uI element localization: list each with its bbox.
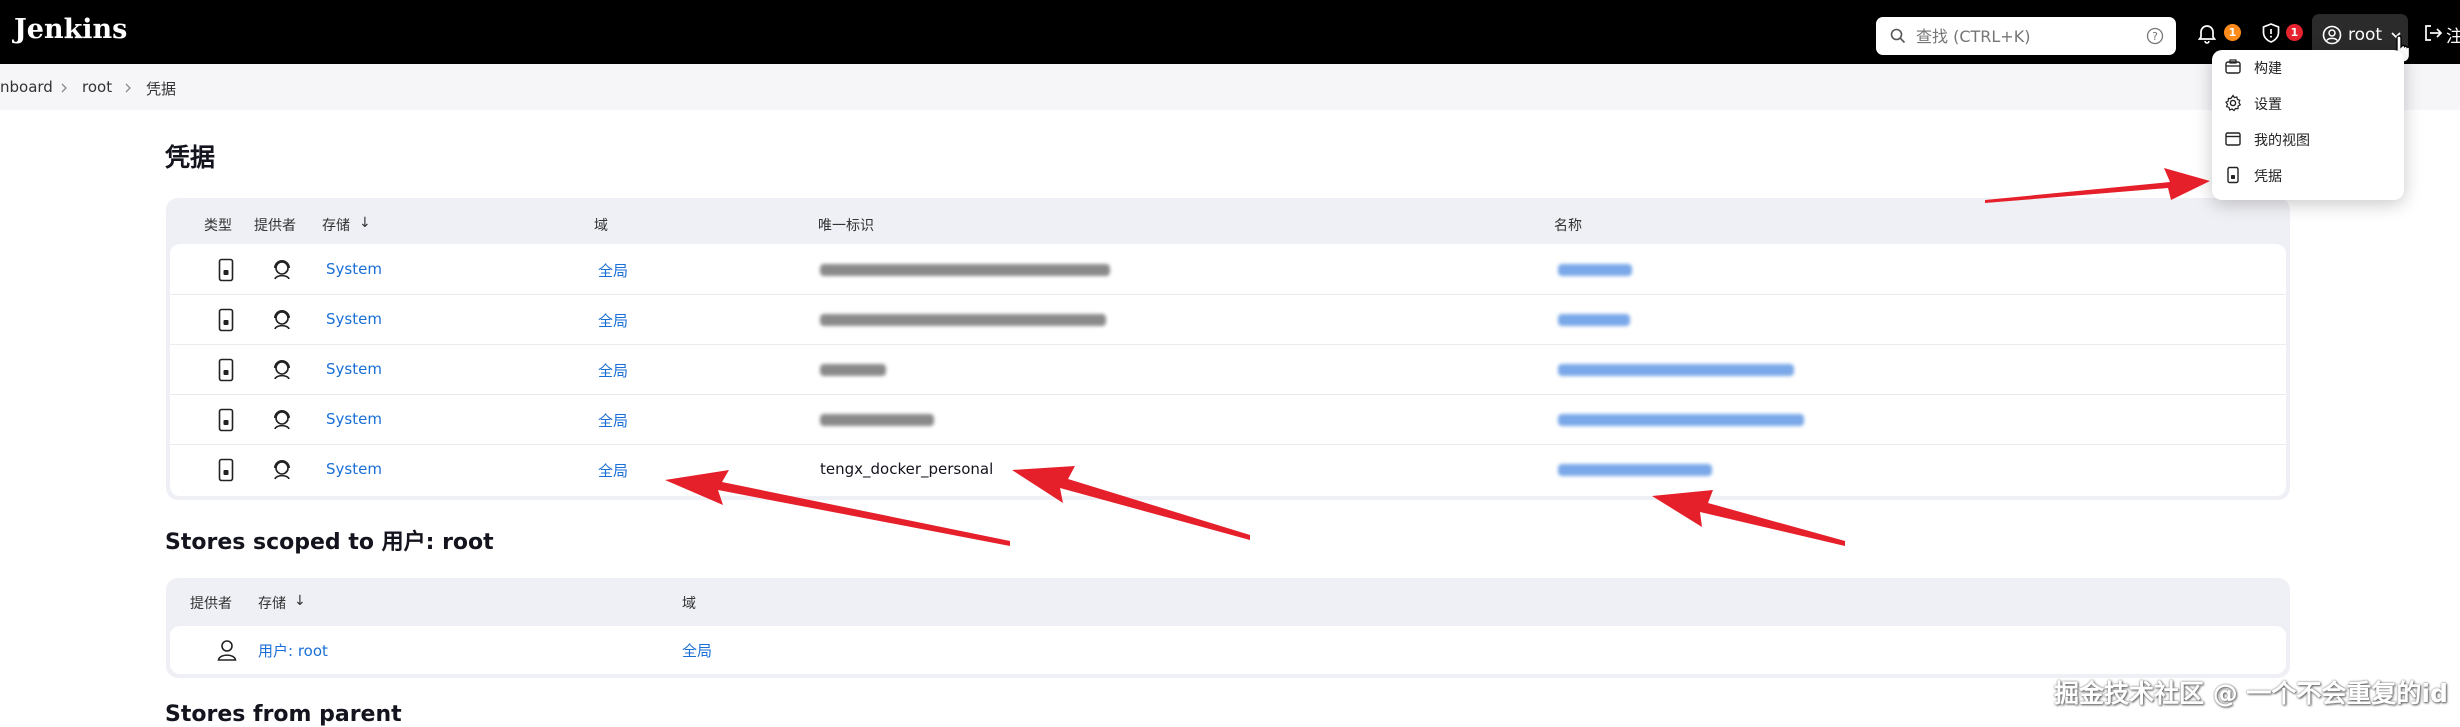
build-icon: [2225, 59, 2241, 74]
sort-arrow-icon[interactable]: ↓: [294, 593, 306, 609]
credentials-icon: [2227, 166, 2239, 184]
help-icon[interactable]: ?: [2146, 27, 2164, 45]
provider-icon: [274, 410, 290, 430]
row-divider: [170, 294, 2286, 295]
breadcrumb-root[interactable]: root: [82, 78, 112, 96]
column-header-provider: 提供者: [190, 596, 232, 612]
credentials-rows: System 全局 System 全局 System 全局 System 全局 …: [170, 244, 2286, 496]
credentials-table: 类型 提供者 存储 ↓ 域 唯一标识 名称 System 全局 System 全…: [166, 198, 2290, 500]
blurred-name-link[interactable]: [1558, 314, 1630, 326]
breadcrumb-dashboard[interactable]: nboard: [0, 78, 53, 96]
store-link[interactable]: System: [326, 410, 382, 428]
blurred-name-link[interactable]: [1558, 414, 1804, 426]
menu-item-label: 构建: [2254, 61, 2282, 77]
notifications-badge: 1: [2224, 24, 2241, 41]
menu-item-build[interactable]: 构建: [2212, 50, 2404, 84]
blurred-name-link[interactable]: [1558, 364, 1794, 376]
menu-item-label: 设置: [2254, 97, 2282, 113]
breadcrumb: nboard root 凭据: [0, 64, 2460, 110]
domain-link[interactable]: 全局: [598, 460, 628, 481]
row-divider: [170, 344, 2286, 345]
blurred-id: [820, 264, 1110, 276]
domain-link[interactable]: 全局: [598, 260, 628, 281]
credential-id: tengx_docker_personal: [820, 460, 994, 478]
provider-icon: [274, 260, 290, 280]
row-divider: [170, 444, 2286, 445]
store-link[interactable]: System: [326, 260, 382, 278]
menu-item-settings[interactable]: 设置: [2212, 86, 2404, 120]
store-link[interactable]: System: [326, 460, 382, 478]
breadcrumb-credentials[interactable]: 凭据: [146, 78, 176, 99]
credential-type-icon: [218, 308, 234, 332]
column-header-provider: 提供者: [254, 218, 296, 234]
blurred-name-link[interactable]: [1558, 264, 1632, 276]
bell-icon[interactable]: [2196, 22, 2218, 44]
domain-link[interactable]: 全局: [682, 640, 712, 661]
logout-label[interactable]: 注: [2446, 22, 2460, 47]
top-bar: Jenkins ? 1 1 root 注: [0, 0, 2460, 64]
credential-type-icon: [218, 458, 234, 482]
menu-item-my-views[interactable]: 我的视图: [2212, 122, 2404, 156]
column-header-store[interactable]: 存储: [322, 215, 350, 235]
provider-icon: [274, 360, 290, 380]
svg-text:?: ?: [2152, 30, 2158, 43]
search-box[interactable]: ?: [1876, 17, 2176, 55]
blurred-id: [820, 414, 934, 426]
stores-scoped-title: Stores scoped to 用户: root: [165, 530, 494, 555]
security-badge: 1: [2286, 24, 2303, 41]
watermark: 掘金技术社区 @ 一个不会重复的id: [2054, 679, 2448, 708]
user-icon: [2322, 25, 2342, 45]
shield-icon[interactable]: [2260, 22, 2282, 44]
page-title: 凭据: [165, 143, 216, 172]
blurred-id: [820, 364, 886, 376]
credential-type-icon: [218, 258, 234, 282]
store-link[interactable]: 用户: root: [258, 640, 328, 661]
stores-scoped-table: 提供者 存储 ↓ 域 用户: root 全局: [166, 578, 2290, 678]
user-dropdown-menu: 构建 设置 我的视图 凭据: [2212, 50, 2404, 200]
store-link[interactable]: System: [326, 360, 382, 378]
domain-link[interactable]: 全局: [598, 360, 628, 381]
menu-item-label: 凭据: [2254, 169, 2282, 185]
chevron-right-icon: [61, 83, 67, 93]
user-name: root: [2348, 25, 2383, 45]
menu-item-label: 我的视图: [2254, 133, 2310, 149]
blurred-id: [820, 314, 1106, 326]
column-header-id: 唯一标识: [818, 218, 874, 234]
logout-icon[interactable]: [2422, 22, 2444, 44]
column-header-domain: 域: [682, 596, 696, 612]
column-header-store[interactable]: 存储: [258, 593, 286, 613]
store-link[interactable]: System: [326, 310, 382, 328]
sort-arrow-icon[interactable]: ↓: [359, 215, 371, 231]
column-header-domain: 域: [594, 218, 608, 234]
stores-parent-title: Stores from parent: [165, 702, 402, 727]
user-icon: [217, 640, 237, 661]
search-input[interactable]: [1916, 23, 2126, 49]
chevron-right-icon: [125, 83, 131, 93]
window-icon: [2225, 132, 2241, 146]
credential-type-icon: [218, 358, 234, 382]
column-header-name: 名称: [1554, 218, 1582, 234]
menu-item-credentials[interactable]: 凭据: [2212, 158, 2404, 192]
gear-icon: [2225, 94, 2242, 112]
row-divider: [170, 394, 2286, 395]
domain-link[interactable]: 全局: [598, 410, 628, 431]
provider-icon: [274, 310, 290, 330]
table-row[interactable]: 用户: root 全局: [170, 626, 2286, 674]
blurred-name-link[interactable]: [1558, 464, 1712, 476]
jenkins-logo[interactable]: Jenkins: [14, 14, 127, 45]
search-icon: [1890, 28, 1906, 44]
provider-icon: [274, 460, 290, 480]
domain-link[interactable]: 全局: [598, 310, 628, 331]
column-header-type: 类型: [204, 218, 232, 234]
credential-type-icon: [218, 408, 234, 432]
